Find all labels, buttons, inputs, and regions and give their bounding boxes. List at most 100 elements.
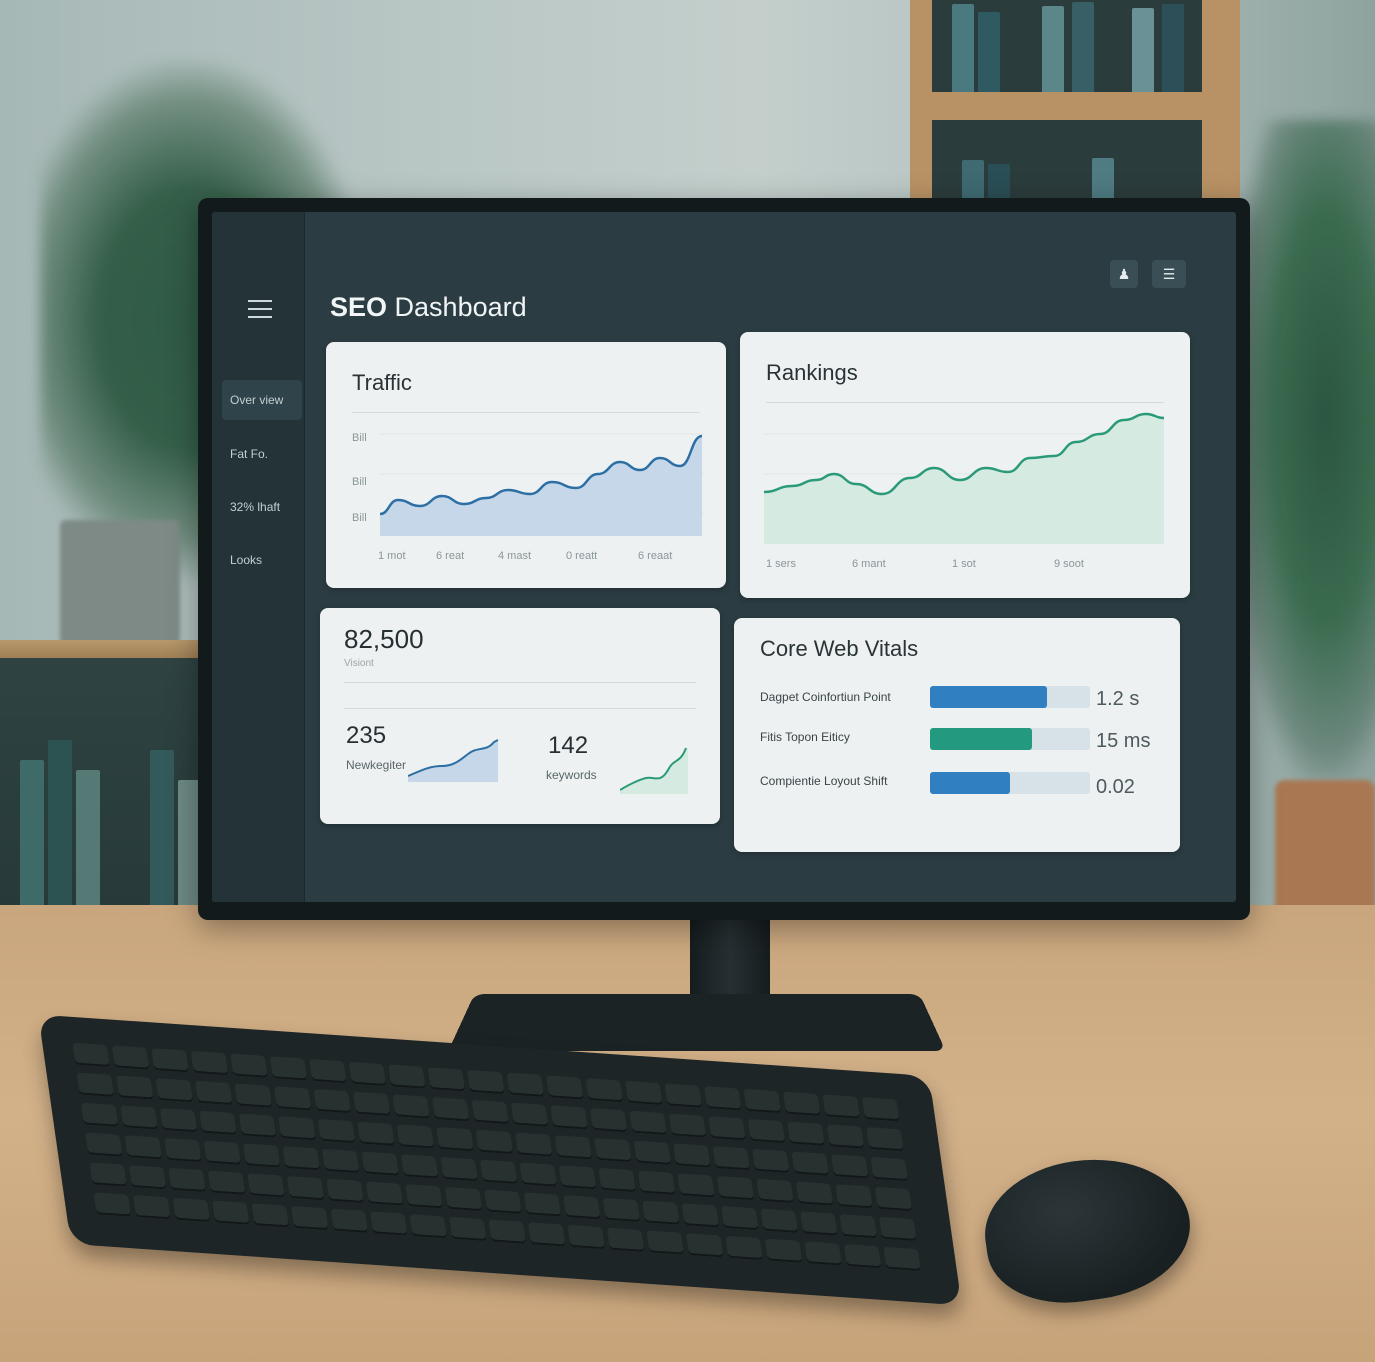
keyboard-key <box>519 1162 557 1187</box>
vital-label-3: Compientie Loyout Shift <box>760 774 888 788</box>
keyboard-key <box>870 1156 909 1182</box>
keyboard-key <box>234 1083 273 1108</box>
plant-pot-left <box>60 520 180 650</box>
user-icon[interactable]: ♟ <box>1110 260 1138 288</box>
traffic-title: Traffic <box>352 370 412 395</box>
keyboard-key <box>760 1208 799 1233</box>
keyboard-key <box>764 1238 803 1263</box>
keyboard-key <box>747 1118 786 1144</box>
keyboard-key <box>361 1151 399 1176</box>
keyboard-key <box>431 1097 470 1122</box>
keyboard-key <box>629 1110 667 1135</box>
keyboard-key <box>703 1086 742 1111</box>
keyboard-key <box>677 1173 715 1198</box>
keyboard-key <box>172 1197 211 1223</box>
sidebar-item-3[interactable]: 32% lhaft <box>222 487 302 527</box>
traffic-x-tick-5: 6 reaat <box>638 550 673 562</box>
keyboard-key <box>550 1105 588 1130</box>
menu-list-icon[interactable]: ☰ <box>1152 260 1186 288</box>
vital-value-1: 1.2 s <box>1096 688 1140 710</box>
keyboard-key <box>527 1222 566 1247</box>
keyboard-key <box>646 1230 684 1255</box>
keyboard-key <box>708 1116 746 1141</box>
vitals-title: Core Web Vitals <box>760 636 919 661</box>
keyboard-key <box>321 1148 360 1174</box>
keyboard-key <box>563 1194 601 1220</box>
rankings-x-tick-2: 6 mant <box>852 558 886 570</box>
keyboard-key <box>151 1048 189 1073</box>
keyboard-key <box>716 1175 755 1201</box>
keyboard-key <box>230 1053 268 1078</box>
keyboard-key <box>878 1216 917 1242</box>
total-label: Visiont <box>344 658 374 669</box>
keyboard-key <box>72 1042 110 1067</box>
keyboard-key <box>484 1189 522 1214</box>
rankings-divider <box>766 402 1164 403</box>
keyboard-key <box>440 1156 478 1182</box>
vital-label-1: Dagpet Coinfortiun Point <box>760 690 891 704</box>
stat2-sparkline <box>620 747 688 794</box>
keyboard-key <box>190 1050 229 1076</box>
keyboard-key <box>602 1197 641 1223</box>
keyboard-key <box>309 1058 347 1084</box>
vital-bar-1 <box>930 686 1090 708</box>
keyboard-key <box>396 1124 435 1149</box>
sidebar-item-looks[interactable]: Looks <box>222 540 302 580</box>
keyboard-key <box>155 1077 194 1103</box>
keyboard-key <box>554 1135 593 1160</box>
keyboard-key <box>357 1121 395 1146</box>
rankings-title: Rankings <box>766 360 858 385</box>
keyboard-key <box>436 1126 474 1152</box>
keyboard-key <box>822 1094 860 1119</box>
keyboard-key <box>93 1192 132 1217</box>
keyboard-key <box>861 1097 900 1122</box>
keyboard-key <box>506 1072 545 1097</box>
traffic-divider <box>352 412 700 413</box>
keyboard-key <box>782 1091 821 1116</box>
rankings-x-tick-3: 1 sot <box>952 558 976 570</box>
keyboard-key <box>238 1113 277 1138</box>
keyboard-key <box>515 1132 553 1157</box>
keyboard-key <box>199 1110 237 1135</box>
rankings-x-tick-4: 9 soot <box>1054 558 1084 570</box>
sidebar-item-2[interactable]: Fat Fo. <box>222 434 302 474</box>
keyboard-key <box>116 1075 154 1100</box>
keyboard-key <box>752 1148 790 1174</box>
keyboard-key <box>567 1224 605 1250</box>
keyboard-key <box>330 1208 369 1233</box>
traffic-chart <box>380 433 704 536</box>
total-value: 82,500 <box>344 624 424 654</box>
keyboard-key <box>625 1080 663 1106</box>
stat1-label: Newkegiter <box>346 758 407 772</box>
keyboard-key <box>352 1091 391 1116</box>
stat1-sparkline <box>408 739 499 782</box>
keyboard-key <box>76 1072 115 1097</box>
traffic-y-tick-2: Bill <box>352 476 367 488</box>
keyboard-key <box>866 1126 904 1152</box>
keyboard-key <box>673 1143 711 1168</box>
keyboard-key <box>664 1083 703 1108</box>
vital-label-2: Fitis Topon Eiticy <box>760 730 850 744</box>
keyboard-key <box>207 1170 246 1195</box>
keyboard-key <box>444 1186 483 1212</box>
keyboard-key <box>642 1200 680 1225</box>
sidebar-item-overview[interactable]: Over view <box>222 380 302 420</box>
summary-card: 82,500 Visiont 235 Newkegiter 142 keywor… <box>320 608 720 824</box>
vitals-card: Core Web Vitals Dagpet Coinfortiun Point… <box>734 618 1180 852</box>
traffic-x-tick-4: 0 reatt <box>566 550 598 562</box>
keyboard-key <box>203 1140 242 1165</box>
summary-divider <box>344 682 696 683</box>
keyboard-key <box>168 1167 206 1193</box>
keyboard-key <box>725 1235 763 1261</box>
keyboard-key <box>291 1205 329 1231</box>
keyboard-key <box>743 1088 782 1114</box>
traffic-card: Traffic Bill Bill Bill 1 mot 6 reat 4 ma… <box>326 342 726 588</box>
hamburger-menu-icon[interactable] <box>248 300 272 320</box>
keyboard-key <box>558 1165 597 1190</box>
keyboard-key <box>247 1173 285 1198</box>
keyboard-key <box>120 1105 158 1130</box>
summary-divider-2 <box>344 708 696 709</box>
keyboard-key <box>791 1151 830 1176</box>
keyboard-key <box>164 1137 202 1163</box>
keyboard-key <box>633 1140 672 1165</box>
